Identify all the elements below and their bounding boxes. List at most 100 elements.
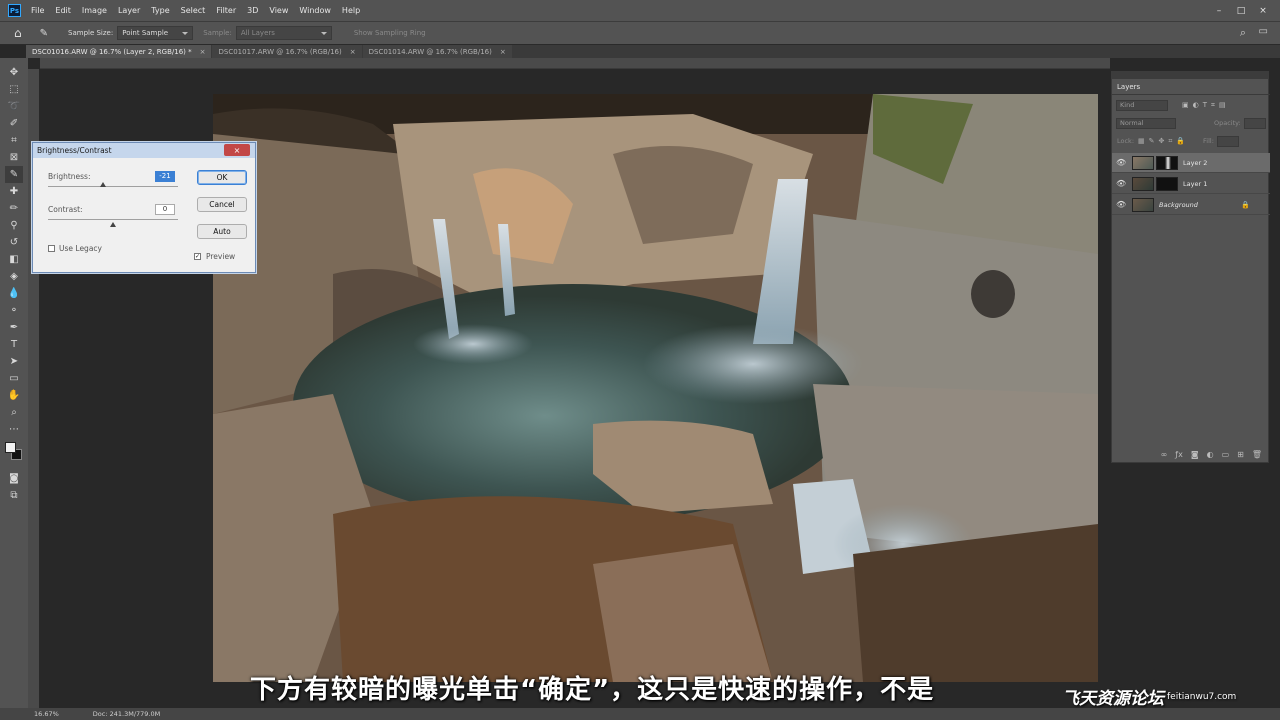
color-swatches[interactable] <box>5 442 23 464</box>
frame-tool-icon[interactable]: ⊠ <box>5 149 23 166</box>
dialog-titlebar[interactable]: Brightness/Contrast <box>33 143 255 158</box>
close-window-button[interactable]: × <box>1252 6 1274 16</box>
blend-mode-select[interactable]: Normal <box>1116 117 1176 129</box>
layer-row-layer-1[interactable]: 👁 Layer 1 <box>1112 174 1270 194</box>
filter-icons[interactable]: ▣◐T⌗▤ <box>1182 101 1230 110</box>
gradient-tool-icon[interactable]: ◈ <box>5 268 23 285</box>
add-mask-icon[interactable]: ◙ <box>1191 450 1199 459</box>
new-layer-icon[interactable]: ⊞ <box>1237 450 1244 459</box>
layer-thumbnail <box>1132 155 1154 170</box>
tab-dsc01014[interactable]: DSC01014.ARW @ 16.7% (RGB/16) × <box>362 45 512 58</box>
layer-name[interactable]: Layer 1 <box>1183 180 1207 188</box>
clone-stamp-icon[interactable]: ⚲ <box>5 217 23 234</box>
dialog-close-button[interactable]: × <box>224 144 250 156</box>
layer-mask-thumbnail[interactable] <box>1156 176 1178 191</box>
site-watermark: 飞天资源论坛 feitianwu7.com <box>1062 684 1236 709</box>
crop-tool-icon[interactable]: ⌗ <box>5 132 23 149</box>
tab-dsc01017[interactable]: DSC01017.ARW @ 16.7% (RGB/16) × <box>212 45 362 58</box>
search-icon[interactable]: ⌕ <box>1240 26 1246 40</box>
contrast-input[interactable]: 0 <box>155 204 175 215</box>
use-legacy-checkbox[interactable] <box>48 245 55 252</box>
close-icon[interactable]: × <box>500 48 506 56</box>
sample-size-select[interactable]: Point Sample <box>117 26 194 40</box>
foreground-color-swatch[interactable] <box>5 442 16 453</box>
healing-brush-icon[interactable]: ✚ <box>5 183 23 200</box>
eyedropper-tool-icon[interactable]: ✎ <box>5 166 23 183</box>
link-layers-icon[interactable]: ∞ <box>1161 450 1168 459</box>
layer-row-background[interactable]: 👁 Background 🔒 <box>1112 195 1270 215</box>
menu-type[interactable]: Type <box>151 6 169 15</box>
brightness-input[interactable]: -21 <box>155 171 175 182</box>
visibility-eye-icon[interactable]: 👁 <box>1116 200 1128 209</box>
show-sampling-ring-checkbox[interactable]: Show Sampling Ring <box>354 29 426 37</box>
menu-edit[interactable]: Edit <box>55 6 71 15</box>
menu-view[interactable]: View <box>269 6 288 15</box>
document-size: Doc: 241.3M/779.0M <box>92 710 161 718</box>
adjustment-layer-icon[interactable]: ◐ <box>1207 450 1214 459</box>
type-tool-icon[interactable]: T <box>5 336 23 353</box>
workspace-icon[interactable]: ▭ <box>1259 26 1268 37</box>
menu-layer[interactable]: Layer <box>118 6 140 15</box>
tab-dsc01016[interactable]: DSC01016.ARW @ 16.7% (Layer 2, RGB/16) *… <box>26 45 212 58</box>
pen-tool-icon[interactable]: ✒ <box>5 319 23 336</box>
more-tools-icon[interactable]: ⋯ <box>5 421 23 438</box>
ok-button[interactable]: OK <box>197 170 247 185</box>
layer-kind-filter[interactable]: Kind <box>1116 99 1168 111</box>
layer-style-icon[interactable]: ƒx <box>1175 450 1183 459</box>
layer-row-layer-2[interactable]: 👁 Layer 2 <box>1112 153 1270 173</box>
shape-tool-icon[interactable]: ▭ <box>5 370 23 387</box>
zoom-tool-icon[interactable]: ⌕ <box>5 404 23 421</box>
marquee-tool-icon[interactable]: ⬚ <box>5 81 23 98</box>
new-group-icon[interactable]: ▭ <box>1222 450 1230 459</box>
lasso-tool-icon[interactable]: ➰ <box>5 98 23 115</box>
quick-select-tool-icon[interactable]: ✐ <box>5 115 23 132</box>
path-select-icon[interactable]: ➤ <box>5 353 23 370</box>
preview-label: Preview <box>206 252 236 261</box>
fill-input[interactable] <box>1216 135 1239 147</box>
preview-checkbox[interactable]: ✓ <box>194 253 201 260</box>
visibility-eye-icon[interactable]: 👁 <box>1116 158 1128 167</box>
visibility-eye-icon[interactable]: 👁 <box>1116 179 1128 188</box>
contrast-slider-thumb[interactable] <box>110 222 116 227</box>
dialog-body: Brightness: -21 Contrast: 0 Use Legacy O… <box>37 159 253 271</box>
dodge-tool-icon[interactable]: ⚬ <box>5 302 23 319</box>
close-icon[interactable]: × <box>200 48 206 56</box>
layer-mask-thumbnail[interactable] <box>1156 155 1178 170</box>
opacity-input[interactable] <box>1243 117 1266 129</box>
menu-image[interactable]: Image <box>82 6 107 15</box>
close-icon[interactable]: × <box>350 48 356 56</box>
menu-filter[interactable]: Filter <box>216 6 236 15</box>
blur-tool-icon[interactable]: 💧 <box>5 285 23 302</box>
lock-icons[interactable]: ▦✎✥⌗🔒 <box>1138 137 1189 146</box>
layer-name[interactable]: Layer 2 <box>1183 159 1207 167</box>
zoom-level[interactable]: 16.67% <box>34 710 59 718</box>
screen-mode-icon[interactable]: ⧉ <box>5 487 23 504</box>
home-icon[interactable]: ⌂ <box>14 26 22 40</box>
menu-3d[interactable]: 3D <box>247 6 258 15</box>
eyedropper-tool-icon[interactable]: ✎ <box>40 28 48 39</box>
hand-tool-icon[interactable]: ✋ <box>5 387 23 404</box>
delete-layer-icon[interactable]: 🗑 <box>1252 450 1262 459</box>
layers-panel-tab[interactable]: Layers <box>1112 80 1270 95</box>
layer-name[interactable]: Background <box>1159 201 1198 209</box>
menu-file[interactable]: File <box>31 6 44 15</box>
minimize-button[interactable]: – <box>1208 6 1230 16</box>
sample-select[interactable]: All Layers <box>235 26 332 40</box>
menu-select[interactable]: Select <box>181 6 206 15</box>
menu-window[interactable]: Window <box>299 6 331 15</box>
brightness-slider-thumb[interactable] <box>100 182 106 187</box>
canvas-photo-waterfall[interactable] <box>213 94 1098 682</box>
quick-mask-icon[interactable]: ◙ <box>5 470 23 487</box>
auto-button[interactable]: Auto <box>197 224 247 239</box>
menu-help[interactable]: Help <box>342 6 360 15</box>
brightness-slider-track[interactable] <box>48 186 178 187</box>
contrast-slider-track[interactable] <box>48 219 178 220</box>
waterfall-photo-image <box>213 94 1098 682</box>
layer-filter-row: Kind ▣◐T⌗▤ <box>1112 97 1270 113</box>
eraser-tool-icon[interactable]: ◧ <box>5 251 23 268</box>
brush-tool-icon[interactable]: ✏ <box>5 200 23 217</box>
move-tool-icon[interactable]: ✥ <box>5 64 23 81</box>
maximize-button[interactable]: □ <box>1230 6 1252 16</box>
history-brush-icon[interactable]: ↺ <box>5 234 23 251</box>
cancel-button[interactable]: Cancel <box>197 197 247 212</box>
